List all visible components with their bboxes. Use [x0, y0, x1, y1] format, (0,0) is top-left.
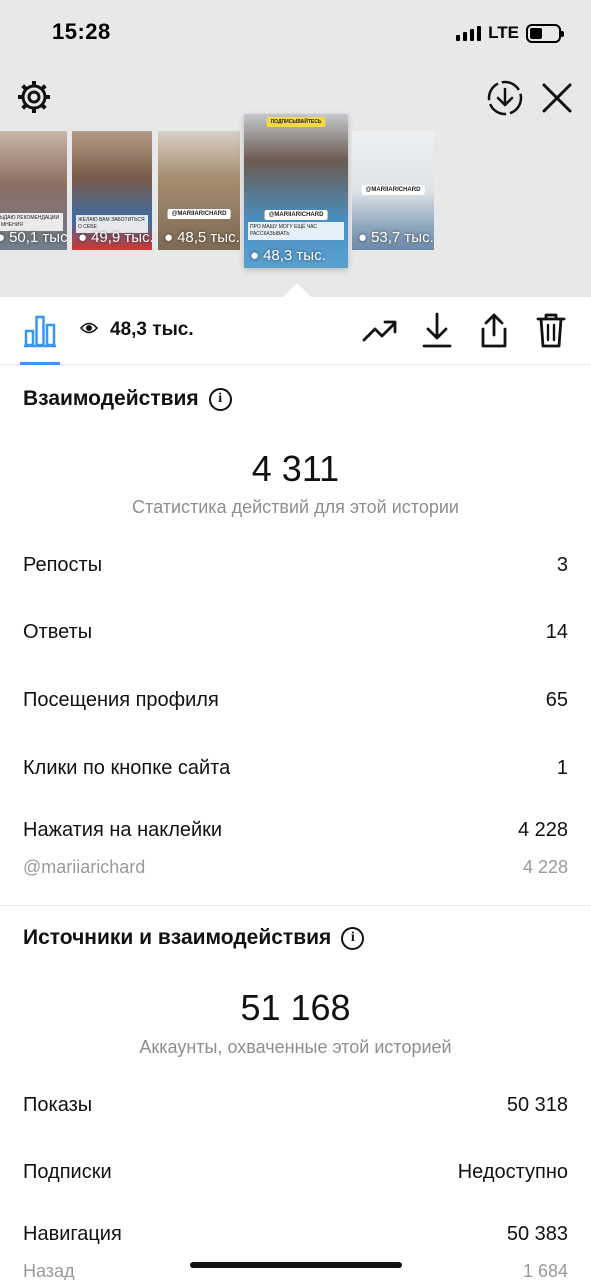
stat-row-sticker-mention: @mariiarichard 4 228 — [23, 857, 568, 878]
stat-value: 50 383 — [506, 1223, 568, 1245]
stat-row-navigation: Навигация 50 383 — [23, 1223, 568, 1246]
interactions-total: 4 311 — [251, 448, 340, 489]
story-thumbnail[interactable]: ЖЕЛАЮ ВАМ ЗАБОТИТЬСЯ О СЕБЕ ● 49,9 тыс. — [72, 131, 152, 250]
story-mention-tag: @MARIIARICHARD — [361, 185, 425, 195]
story-thumbnail[interactable]: @MARIIARICHARD ● 48,5 тыс. — [158, 131, 240, 250]
stat-value: Недоступно — [457, 1161, 568, 1183]
stat-value: 14 — [545, 621, 568, 643]
interactions-section-title: Взаимодействия i — [23, 387, 232, 411]
delete-trash-icon[interactable] — [532, 309, 570, 351]
story-thumbnail[interactable]: ВЫДАЮ РЕКОМЕНДАЦИИ И МНЕНИЯ ●50,1 тыс. — [0, 131, 67, 250]
stat-label: Нажатия на наклейки — [23, 819, 223, 841]
save-story-icon[interactable] — [485, 78, 525, 118]
selected-pointer — [283, 283, 311, 297]
stat-row-shares: Репосты 3 — [23, 554, 568, 577]
stat-label: Ответы — [23, 621, 93, 643]
story-views: ● 53,7 тыс. — [358, 229, 434, 246]
stat-row-follows: Подписки Недоступно — [23, 1161, 568, 1184]
story-views: ● 50,1 тыс. — [0, 229, 67, 246]
story-caption: ПРО МАШУ МОГУ ЕЩЁ ЧАС РАССКАЗЫВАТЬ — [248, 222, 344, 240]
status-time: 15:28 — [52, 19, 111, 44]
story-thumbnail[interactable]: @MARIIARICHARD ● 53,7 тыс. — [352, 131, 434, 250]
stat-row-sticker-taps: Нажатия на наклейки 4 228 — [23, 819, 568, 842]
story-views: ● 48,3 тыс. — [250, 247, 326, 264]
story-views: ● 49,9 тыс. — [78, 229, 152, 246]
story-toolbar: 48,3 тыс. — [0, 297, 591, 365]
stat-value: 1 684 — [522, 1261, 568, 1280]
signal-icon — [456, 25, 482, 41]
story-views: ● 48,5 тыс. — [164, 229, 240, 246]
stat-value: 4 228 — [522, 857, 568, 877]
story-mention-tag: @MARIIARICHARD — [264, 210, 328, 220]
stat-label: Подписки — [23, 1161, 112, 1183]
stat-value: 50 318 — [506, 1094, 568, 1116]
section-title-text: Источники и взаимодействия — [23, 926, 332, 949]
share-icon[interactable] — [474, 309, 514, 351]
active-tab-underline — [20, 362, 60, 365]
section-title-text: Взаимодействия — [23, 387, 199, 410]
story-top-tag: ПОДПИСЫВАЙТЕСЬ — [266, 117, 326, 127]
stat-label: Показы — [23, 1094, 93, 1116]
stat-row-impressions: Показы 50 318 — [23, 1094, 568, 1117]
story-mention-tag: @MARIIARICHARD — [167, 209, 231, 219]
discovery-total: 51 168 — [240, 987, 351, 1028]
stat-label: Назад — [23, 1261, 75, 1280]
status-indicators: LTE — [456, 20, 564, 46]
stat-value: 65 — [545, 689, 568, 711]
stat-label: @mariiarichard — [23, 857, 146, 877]
battery-icon — [526, 23, 564, 43]
section-divider — [0, 905, 591, 906]
eye-icon — [79, 319, 99, 341]
stat-row-profile-visits: Посещения профиля 65 — [23, 689, 568, 712]
views-count: 48,3 тыс. — [110, 319, 194, 340]
discovery-section-title: Источники и взаимодействия i — [23, 926, 365, 950]
trending-icon[interactable] — [360, 312, 400, 350]
info-icon[interactable]: i — [341, 926, 365, 950]
home-indicator — [190, 1262, 402, 1268]
story-header: 15:28 LTE ЫДАЮ РЕКОМЕНДАЦИИ МНЕНИЯ ● 50,… — [0, 0, 591, 297]
insights-bar-chart-icon[interactable] — [20, 311, 60, 351]
info-icon[interactable]: i — [208, 387, 232, 411]
stat-label: Навигация — [23, 1223, 122, 1245]
stat-value: 4 228 — [517, 819, 568, 841]
stat-label: Клики по кнопке сайта — [23, 757, 231, 779]
stat-value: 1 — [556, 757, 568, 779]
stat-value: 3 — [556, 554, 568, 576]
stat-label: Посещения профиля — [23, 689, 219, 711]
story-thumbnail-selected[interactable]: ПОДПИСЫВАЙТЕСЬ @MARIIARICHARD ПРО МАШУ М… — [244, 114, 348, 268]
stat-row-website-clicks: Клики по кнопке сайта 1 — [23, 757, 568, 780]
interactions-subtitle: Статистика действий для этой истории — [132, 497, 459, 517]
network-type: LTE — [488, 23, 519, 42]
settings-gear-icon[interactable] — [16, 79, 52, 115]
download-icon[interactable] — [418, 309, 456, 351]
discovery-subtitle: Аккаунты, охваченные этой историей — [139, 1037, 452, 1057]
stat-label: Репосты — [23, 554, 103, 576]
views-total: 48,3 тыс. — [79, 319, 194, 341]
close-icon[interactable] — [538, 79, 576, 117]
stat-row-replies: Ответы 14 — [23, 621, 568, 644]
